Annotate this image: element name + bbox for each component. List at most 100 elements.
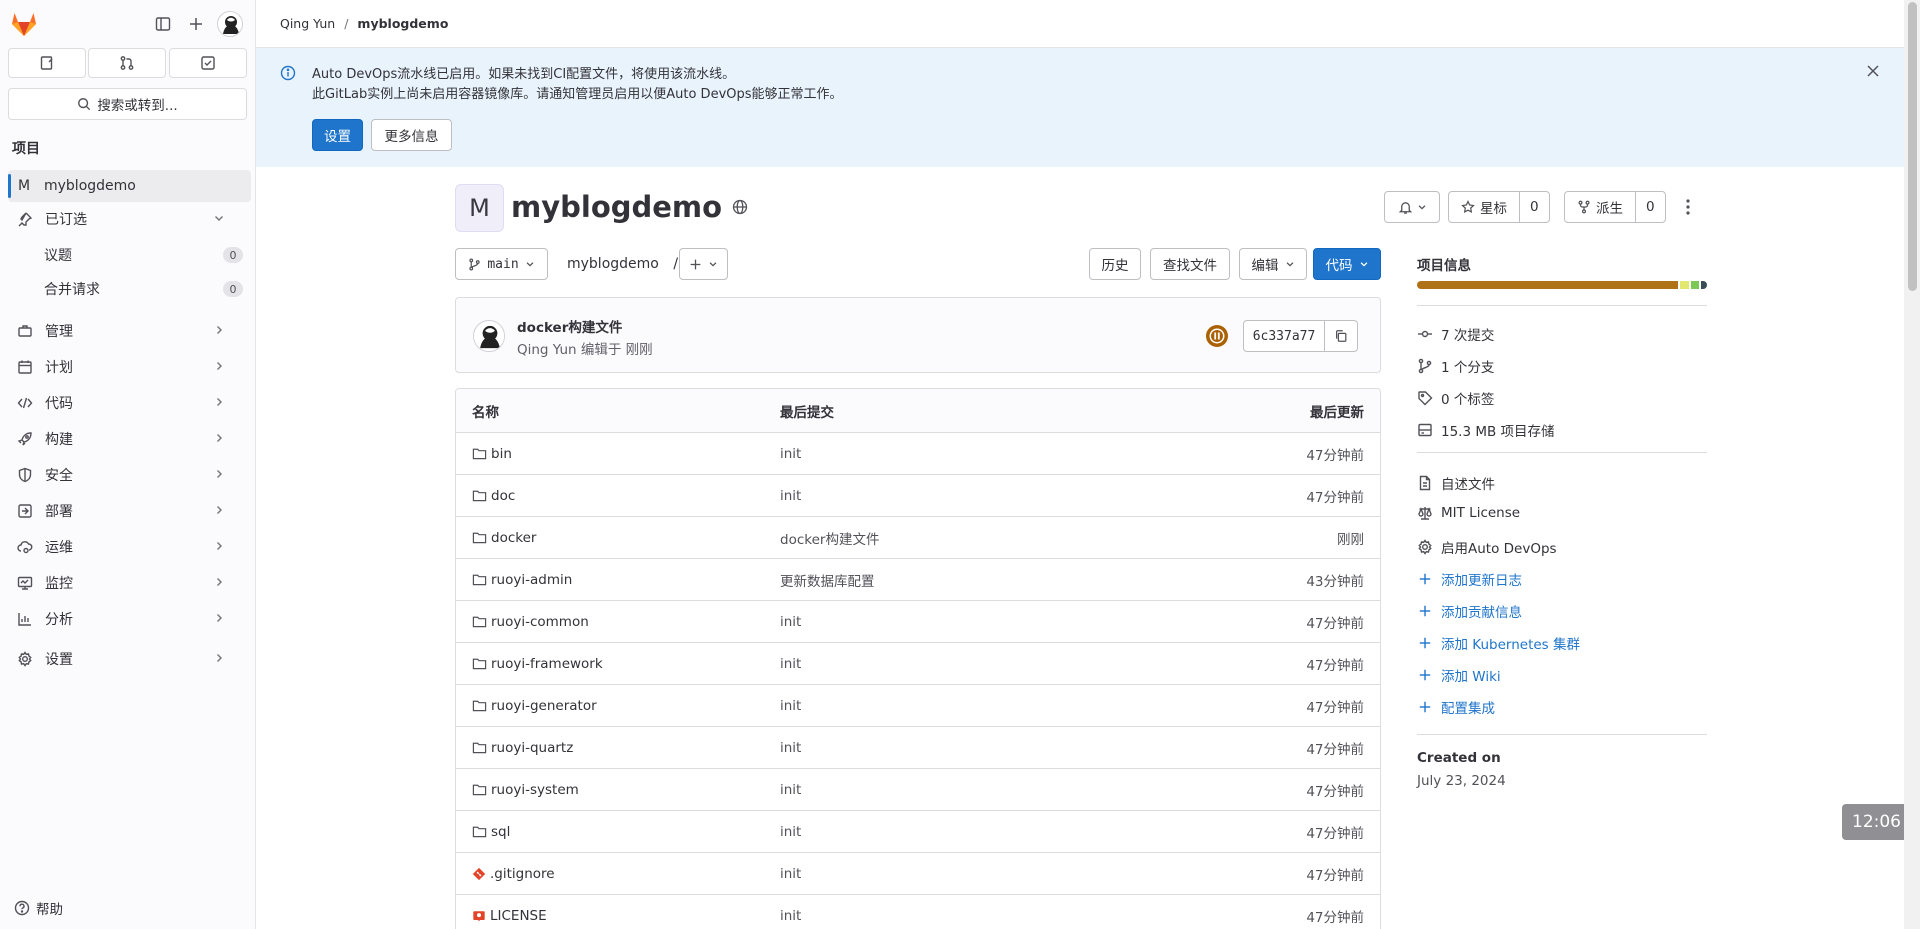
language-segment[interactable] bbox=[1680, 281, 1689, 289]
add-wiki-link[interactable]: 添加 Wiki bbox=[1417, 665, 1501, 685]
file-name-cell[interactable]: ruoyi-quartz bbox=[472, 740, 573, 756]
file-last-commit[interactable]: init bbox=[780, 614, 801, 630]
sidebar-item-manage[interactable]: 管理 bbox=[8, 315, 251, 347]
commits-link[interactable]: 7 次提交 bbox=[1417, 324, 1494, 344]
history-button[interactable]: 历史 bbox=[1089, 248, 1141, 280]
breadcrumb-user[interactable]: Qing Yun bbox=[280, 16, 335, 31]
sidebar-item-deploy[interactable]: 部署 bbox=[8, 495, 251, 527]
add-kubernetes-link[interactable]: 添加 Kubernetes 集群 bbox=[1417, 633, 1580, 653]
sidebar-pinned-merge-requests[interactable]: 合并请求 0 bbox=[8, 273, 251, 305]
storage-info[interactable]: 15.3 MB 项目存储 bbox=[1417, 420, 1555, 440]
sidebar-item-pinned[interactable]: 已订选 bbox=[8, 203, 251, 235]
table-row[interactable]: ruoyi-common init 47分钟前 bbox=[456, 601, 1380, 643]
sidebar-item-monitor[interactable]: 监控 bbox=[8, 567, 251, 599]
chevron-right-icon bbox=[209, 576, 229, 588]
copy-icon[interactable] bbox=[1325, 321, 1357, 351]
tags-link[interactable]: 0 个标签 bbox=[1417, 388, 1494, 408]
file-last-commit[interactable]: init bbox=[780, 740, 801, 756]
more-info-button[interactable]: 更多信息 bbox=[371, 119, 452, 151]
sidebar-item-build[interactable]: 构建 bbox=[8, 423, 251, 455]
scrollbar-thumb[interactable] bbox=[1908, 2, 1917, 291]
file-last-commit[interactable]: init bbox=[780, 446, 801, 462]
file-last-commit[interactable]: init bbox=[780, 866, 801, 882]
page-scrollbar[interactable] bbox=[1904, 0, 1920, 929]
toggle-sidebar-icon[interactable] bbox=[149, 10, 177, 38]
commit-icon bbox=[1417, 326, 1433, 342]
code-dropdown[interactable]: 代码 bbox=[1313, 248, 1381, 280]
commit-sha[interactable]: 6c337a77 bbox=[1244, 321, 1325, 351]
table-row[interactable]: ruoyi-quartz init 47分钟前 bbox=[456, 727, 1380, 769]
issues-quick-button[interactable] bbox=[8, 48, 86, 78]
merge-requests-quick-button[interactable] bbox=[88, 48, 166, 78]
sidebar-item-project[interactable]: M myblogdemo bbox=[8, 170, 251, 202]
sidebar-item-operate[interactable]: 运维 bbox=[8, 531, 251, 563]
breadcrumb-project[interactable]: myblogdemo bbox=[357, 16, 448, 31]
file-last-commit[interactable]: 更新数据库配置 bbox=[780, 570, 875, 590]
table-row[interactable]: ruoyi-framework init 47分钟前 bbox=[456, 643, 1380, 685]
table-row[interactable]: LICENSE init 47分钟前 bbox=[456, 895, 1380, 929]
add-contributing-link[interactable]: 添加贡献信息 bbox=[1417, 601, 1522, 621]
table-row[interactable]: ruoyi-generator init 47分钟前 bbox=[456, 685, 1380, 727]
file-name-cell[interactable]: ruoyi-common bbox=[472, 614, 589, 630]
sidebar-item-secure[interactable]: 安全 bbox=[8, 459, 251, 491]
file-name-cell[interactable]: ruoyi-admin bbox=[472, 572, 572, 588]
file-last-commit[interactable]: init bbox=[780, 782, 801, 798]
storage-icon bbox=[1417, 422, 1433, 438]
branches-link[interactable]: 1 个分支 bbox=[1417, 356, 1494, 376]
file-last-commit[interactable]: docker构建文件 bbox=[780, 528, 879, 548]
add-changelog-link[interactable]: 添加更新日志 bbox=[1417, 569, 1522, 589]
commit-author-avatar[interactable] bbox=[473, 320, 505, 352]
license-link[interactable]: MIT License bbox=[1417, 505, 1520, 521]
auto-devops-link[interactable]: 启用Auto DevOps bbox=[1417, 537, 1557, 557]
sidebar-item-label: 设置 bbox=[45, 652, 73, 668]
file-name-cell[interactable]: doc bbox=[472, 488, 515, 504]
sidebar-item-plan[interactable]: 计划 bbox=[8, 351, 251, 383]
configure-integrations-link[interactable]: 配置集成 bbox=[1417, 697, 1495, 717]
file-name-cell[interactable]: docker bbox=[472, 530, 536, 546]
branch-selector[interactable]: main bbox=[455, 248, 548, 280]
sidebar-item-analyze[interactable]: 分析 bbox=[8, 603, 251, 635]
file-name-cell[interactable]: bin bbox=[472, 446, 512, 462]
create-new-icon[interactable] bbox=[182, 10, 210, 38]
repo-path-root[interactable]: myblogdemo bbox=[567, 256, 659, 272]
help-button[interactable]: 帮助 bbox=[14, 898, 63, 918]
file-name-cell[interactable]: sql bbox=[472, 824, 510, 840]
table-row[interactable]: bin init 47分钟前 bbox=[456, 433, 1380, 475]
file-last-commit[interactable]: init bbox=[780, 824, 801, 840]
file-name-cell[interactable]: .gitignore bbox=[472, 866, 555, 882]
sidebar-pinned-issues[interactable]: 议题 0 bbox=[8, 239, 251, 271]
user-avatar[interactable] bbox=[217, 11, 243, 37]
language-segment[interactable] bbox=[1690, 281, 1700, 289]
table-row[interactable]: sql init 47分钟前 bbox=[456, 811, 1380, 853]
language-segment[interactable] bbox=[1417, 281, 1679, 289]
file-name-cell[interactable]: ruoyi-generator bbox=[472, 698, 597, 714]
settings-button[interactable]: 设置 bbox=[312, 119, 363, 151]
folder-icon bbox=[472, 824, 487, 839]
table-row[interactable]: .gitignore init 47分钟前 bbox=[456, 853, 1380, 895]
todos-quick-button[interactable] bbox=[169, 48, 247, 78]
table-row[interactable]: ruoyi-system init 47分钟前 bbox=[456, 769, 1380, 811]
commit-title[interactable]: docker构建文件 bbox=[517, 316, 622, 336]
table-row[interactable]: doc init 47分钟前 bbox=[456, 475, 1380, 517]
table-row[interactable]: docker docker构建文件 刚刚 bbox=[456, 517, 1380, 559]
file-last-commit[interactable]: init bbox=[780, 656, 801, 672]
file-name-cell[interactable]: ruoyi-system bbox=[472, 782, 579, 798]
sidebar-item-code[interactable]: 代码 bbox=[8, 387, 251, 419]
add-to-tree-dropdown[interactable] bbox=[679, 248, 728, 280]
readme-link[interactable]: 自述文件 bbox=[1417, 473, 1495, 493]
gitlab-logo-icon[interactable] bbox=[10, 11, 38, 37]
table-row[interactable]: ruoyi-admin 更新数据库配置 43分钟前 bbox=[456, 559, 1380, 601]
close-icon[interactable] bbox=[1866, 64, 1880, 78]
file-name-cell[interactable]: LICENSE bbox=[472, 908, 547, 924]
language-bar[interactable] bbox=[1417, 281, 1707, 289]
file-last-commit[interactable]: init bbox=[780, 698, 801, 714]
find-file-button[interactable]: 查找文件 bbox=[1150, 248, 1230, 280]
search-button[interactable]: 搜索或转到... bbox=[8, 88, 247, 120]
file-last-commit[interactable]: init bbox=[780, 908, 801, 924]
sidebar-item-settings[interactable]: 设置 bbox=[8, 643, 251, 675]
language-segment[interactable] bbox=[1701, 281, 1707, 289]
pipeline-status-icon[interactable] bbox=[1206, 325, 1228, 347]
edit-dropdown[interactable]: 编辑 bbox=[1239, 248, 1307, 280]
file-last-commit[interactable]: init bbox=[780, 488, 801, 504]
file-name-cell[interactable]: ruoyi-framework bbox=[472, 656, 603, 672]
